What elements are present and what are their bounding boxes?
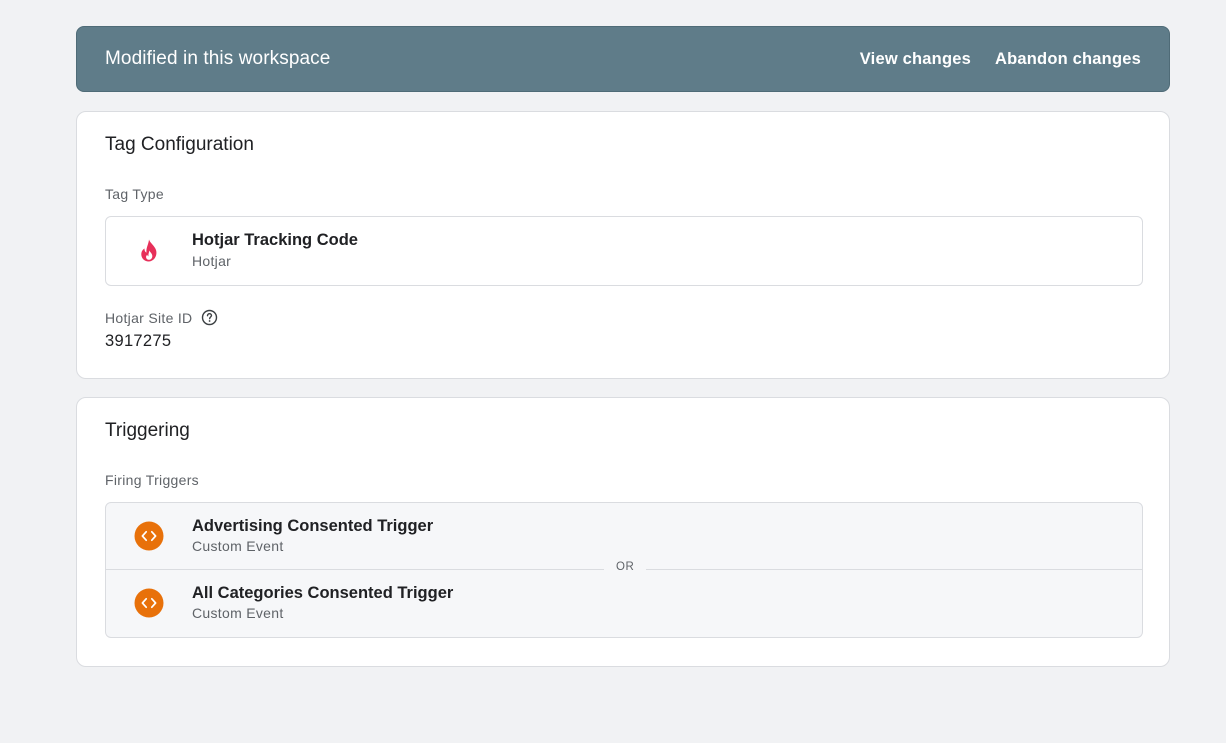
tag-type-vendor: Hotjar (192, 253, 232, 269)
trigger-name: All Categories Consented Trigger (192, 584, 454, 602)
trigger-name: Advertising Consented Trigger (192, 517, 434, 535)
tag-type-label: Tag Type (105, 186, 164, 202)
trigger-type: Custom Event (192, 605, 284, 621)
trigger-type: Custom Event (192, 538, 284, 554)
trigger-item[interactable]: Advertising Consented Trigger Custom Eve… (106, 503, 1142, 570)
tag-type-selector[interactable]: Hotjar Tracking Code Hotjar (105, 216, 1143, 286)
firing-triggers-label: Firing Triggers (105, 472, 199, 488)
custom-event-code-icon (134, 588, 164, 618)
triggering-title: Triggering (105, 420, 190, 441)
site-id-value: 3917275 (105, 332, 172, 350)
tag-configuration-card[interactable]: Tag Configuration Tag Type Hotjar Tracki… (76, 111, 1170, 379)
triggering-card[interactable]: Triggering Firing Triggers Advertising C… (76, 397, 1170, 667)
tag-type-name: Hotjar Tracking Code (192, 231, 358, 249)
site-id-label: Hotjar Site ID (105, 309, 193, 326)
tag-configuration-title: Tag Configuration (105, 134, 254, 155)
abandon-changes-button[interactable]: Abandon changes (995, 50, 1141, 69)
firing-triggers-list: Advertising Consented Trigger Custom Eve… (105, 502, 1143, 638)
view-changes-button[interactable]: View changes (860, 50, 971, 69)
site-id-label-row: Hotjar Site ID (105, 309, 218, 326)
banner-title: Modified in this workspace (105, 48, 331, 69)
workspace-modified-banner: Modified in this workspace View changes … (76, 26, 1170, 92)
banner-actions: View changes Abandon changes (860, 50, 1141, 69)
trigger-item[interactable]: All Categories Consented Trigger Custom … (106, 570, 1142, 637)
hotjar-flame-icon (134, 236, 164, 266)
custom-event-code-icon (134, 521, 164, 551)
help-icon[interactable] (201, 309, 218, 326)
